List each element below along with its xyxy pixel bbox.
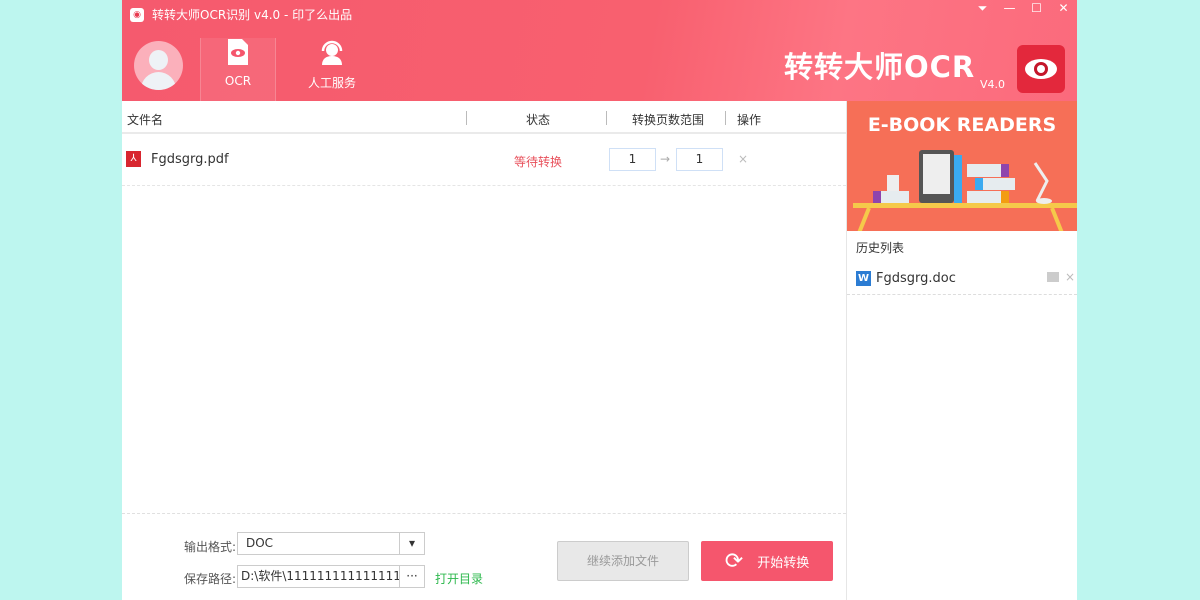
title-bar: ◉ 转转大师OCR识别 v4.0 - 印了么出品 bbox=[130, 6, 352, 23]
file-list-panel: 文件名 状态 转换页数范围 操作 ⅄ Fgdsgrg.pdf 等待转换 1 → … bbox=[122, 101, 846, 600]
browse-button[interactable]: ··· bbox=[399, 566, 424, 587]
file-name: Fgdsgrg.pdf bbox=[151, 152, 229, 167]
remove-file-button[interactable]: × bbox=[738, 152, 748, 166]
remove-history-button[interactable]: × bbox=[1065, 270, 1075, 284]
close-button[interactable]: ✕ bbox=[1050, 0, 1077, 16]
ebook-banner[interactable]: E-BOOK READERS bbox=[847, 101, 1077, 231]
table-header: 文件名 状态 转换页数范围 操作 bbox=[122, 101, 846, 134]
brand-title: 转转大师OCR bbox=[784, 50, 976, 84]
ocr-eye-icon bbox=[201, 38, 275, 66]
format-label: 输出格式: bbox=[184, 540, 237, 554]
page-to-input[interactable]: 1 bbox=[676, 148, 723, 171]
page-from-input[interactable]: 1 bbox=[609, 148, 656, 171]
window-title: 转转大师OCR识别 v4.0 - 印了么出品 bbox=[152, 8, 353, 22]
window-controls: ⏷ — ☐ ✕ bbox=[969, 0, 1077, 16]
word-doc-icon: W bbox=[856, 271, 871, 286]
path-value: D:\软件\11111111111111111 bbox=[241, 569, 417, 583]
app-window: ◉ 转转大师OCR识别 v4.0 - 印了么出品 ⏷ — ☐ ✕ OCR 人工服… bbox=[122, 0, 1077, 600]
side-panel: E-BOOK READERS 历史列表 W Fgdsgrg.doc × bbox=[846, 101, 1077, 600]
history-title: 历史列表 bbox=[856, 241, 905, 255]
nav-ocr[interactable]: OCR bbox=[200, 38, 276, 101]
col-status: 状态 bbox=[526, 113, 551, 127]
avatar[interactable] bbox=[134, 41, 183, 90]
col-ops: 操作 bbox=[737, 113, 762, 127]
maximize-button[interactable]: ☐ bbox=[1023, 0, 1050, 16]
open-dir-link[interactable]: 打开目录 bbox=[435, 570, 483, 587]
header: ◉ 转转大师OCR识别 v4.0 - 印了么出品 ⏷ — ☐ ✕ OCR 人工服… bbox=[122, 0, 1077, 101]
bookshelf-illustration bbox=[853, 150, 1077, 231]
path-label: 保存路径: bbox=[184, 572, 237, 586]
app-logo-icon: ◉ bbox=[130, 7, 144, 22]
output-settings: 输出格式: DOC ▾ 保存路径: D:\软件\11111111111111111… bbox=[122, 513, 846, 600]
history-file-name: Fgdsgrg.doc bbox=[876, 271, 956, 286]
brand-version: V4.0 bbox=[980, 78, 1006, 91]
status-text: 等待转换 bbox=[514, 155, 563, 169]
start-convert-button[interactable]: ⟳ 开始转换 bbox=[701, 541, 833, 581]
nav-human-service[interactable]: 人工服务 bbox=[294, 38, 370, 101]
col-range: 转换页数范围 bbox=[632, 113, 705, 127]
col-filename: 文件名 bbox=[127, 113, 164, 127]
path-input[interactable]: D:\软件\11111111111111111 ··· bbox=[237, 565, 425, 588]
headset-icon bbox=[294, 38, 370, 66]
minimize-button[interactable]: — bbox=[996, 0, 1023, 16]
format-value: DOC bbox=[246, 536, 274, 550]
format-select[interactable]: DOC ▾ bbox=[237, 532, 425, 555]
chevron-down-icon[interactable]: ▾ bbox=[399, 533, 424, 554]
table-row[interactable]: ⅄ Fgdsgrg.pdf 等待转换 1 → 1 × bbox=[122, 134, 846, 186]
menu-dropdown-icon[interactable]: ⏷ bbox=[969, 0, 996, 16]
history-item[interactable]: W Fgdsgrg.doc × bbox=[847, 261, 1077, 295]
folder-icon[interactable] bbox=[1047, 272, 1059, 282]
brand-logo-icon bbox=[1017, 45, 1065, 93]
arrow-icon: → bbox=[660, 152, 671, 166]
pdf-icon: ⅄ bbox=[126, 151, 141, 167]
refresh-icon: ⟳ bbox=[724, 548, 744, 574]
add-more-files-button[interactable]: 继续添加文件 bbox=[557, 541, 689, 581]
